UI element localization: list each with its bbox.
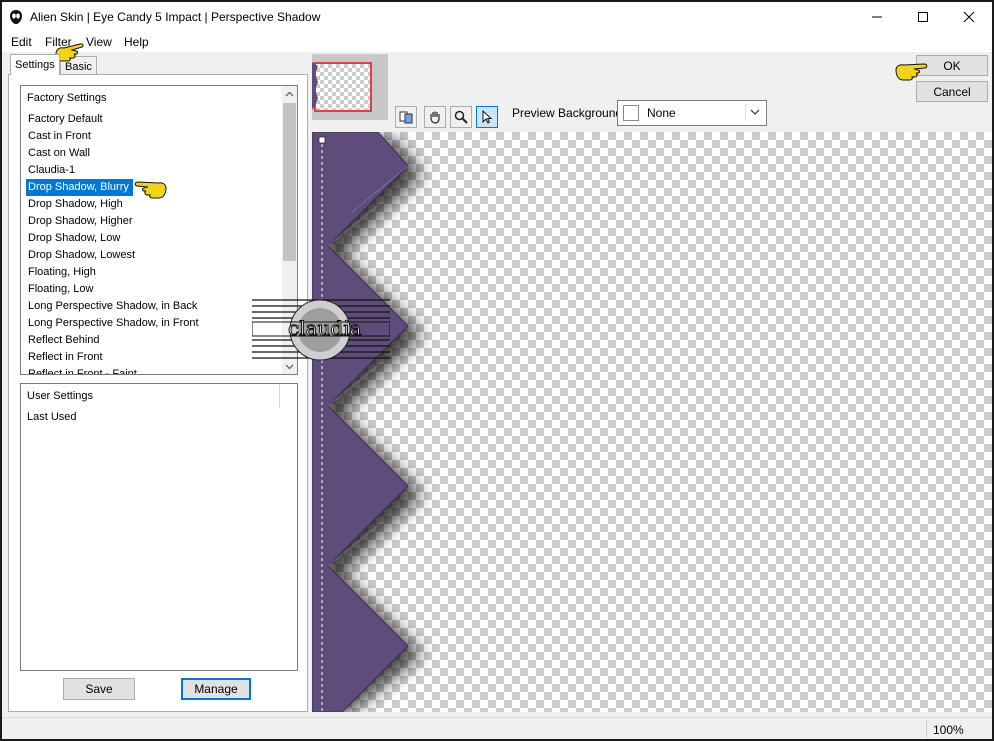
preview-shape <box>312 132 422 712</box>
preview-compare-icon <box>399 111 413 124</box>
menu-view[interactable]: View <box>86 35 112 49</box>
list-item-label: Floating, Low <box>28 283 94 295</box>
cancel-button[interactable]: Cancel <box>916 81 988 102</box>
factory-settings-header: Factory Settings <box>27 92 107 104</box>
arrow-cursor-icon <box>482 109 493 124</box>
preview-canvas[interactable] <box>312 132 992 712</box>
chevron-up-icon <box>285 91 294 96</box>
list-item[interactable]: Factory Default <box>26 111 281 128</box>
manage-button[interactable]: Manage <box>181 678 251 700</box>
maximize-icon <box>918 12 928 22</box>
preview-background-select[interactable]: None <box>617 100 767 126</box>
navigator-viewport[interactable] <box>314 62 372 112</box>
pointing-hand-icon <box>895 63 928 81</box>
list-item[interactable]: Reflect in Front - Faint <box>26 366 281 375</box>
list-item[interactable]: Reflect Behind <box>26 332 281 349</box>
tab-settings[interactable]: Settings <box>10 54 60 75</box>
settings-panel: Factory Settings Factory Default Cast in … <box>8 74 308 712</box>
list-item-selected-label: Drop Shadow, Blurry <box>26 179 133 196</box>
list-item-label: Reflect in Front <box>28 351 103 363</box>
list-item-label: Long Perspective Shadow, in Back <box>28 300 198 312</box>
minimize-icon <box>872 16 882 18</box>
list-item[interactable]: Cast in Front <box>26 128 281 145</box>
list-item-label: Long Perspective Shadow, in Front <box>28 317 199 329</box>
close-icon <box>963 11 975 23</box>
menu-help[interactable]: Help <box>124 35 149 49</box>
maximize-button[interactable] <box>900 2 946 32</box>
chevron-down-icon <box>750 109 760 115</box>
list-item-label: Floating, High <box>28 266 96 278</box>
list-item-last-used[interactable]: Last Used <box>27 411 77 423</box>
select-tool[interactable] <box>476 106 498 128</box>
alien-skin-app-icon <box>10 10 22 24</box>
window-title: Alien Skin | Eye Candy 5 Impact | Perspe… <box>30 10 321 24</box>
eye-candy-window: Alien Skin | Eye Candy 5 Impact | Perspe… <box>0 0 994 741</box>
scroll-thumb[interactable] <box>283 103 296 261</box>
list-item[interactable]: Floating, Low <box>26 281 281 298</box>
header-divider <box>279 384 280 408</box>
background-swatch <box>623 105 639 121</box>
list-item[interactable]: Claudia-1 <box>26 162 281 179</box>
list-item[interactable]: Long Perspective Shadow, in Back <box>26 298 281 315</box>
user-settings-list: User Settings Last Used <box>20 383 298 671</box>
watermark-text: claudia <box>288 316 363 341</box>
zoom-level-box: 100% <box>926 721 987 737</box>
menu-edit[interactable]: Edit <box>11 35 32 49</box>
preview-navigator[interactable] <box>312 54 388 120</box>
claudia-watermark-logo: claudia <box>251 296 391 364</box>
zoom-level: 100% <box>933 723 964 737</box>
pointing-hand-icon <box>134 181 167 199</box>
hand-tool[interactable] <box>424 106 446 128</box>
list-item[interactable]: Drop Shadow, Higher <box>26 213 281 230</box>
save-button[interactable]: Save <box>63 678 135 700</box>
list-item-label: Drop Shadow, Higher <box>28 215 133 227</box>
preview-background-value: None <box>647 106 676 120</box>
list-item-label: Drop Shadow, Lowest <box>28 249 136 261</box>
list-item[interactable]: Long Perspective Shadow, in Front <box>26 315 281 332</box>
user-settings-header: User Settings <box>27 390 94 402</box>
zoom-tool[interactable] <box>450 106 472 128</box>
list-item-label: Reflect Behind <box>28 334 100 346</box>
list-item-label: Cast on Wall <box>28 147 90 159</box>
title-bar: Alien Skin | Eye Candy 5 Impact | Perspe… <box>2 2 992 32</box>
scroll-up-button[interactable] <box>282 86 297 101</box>
navigator-shape <box>312 62 318 110</box>
list-item[interactable]: Drop Shadow, Low <box>26 230 281 247</box>
chevron-down-icon <box>285 364 294 369</box>
list-item-label: Claudia-1 <box>28 164 76 176</box>
preview-toggle-tool[interactable] <box>395 106 417 128</box>
factory-settings-items: Factory Default Cast in Front Cast on Wall… <box>26 111 281 375</box>
list-item-label: Reflect in Front - Faint <box>28 368 137 375</box>
preview-background-label: Preview Background: <box>512 106 626 120</box>
status-bar: 100% <box>2 717 992 739</box>
list-item[interactable]: Cast on Wall <box>26 145 281 162</box>
list-item[interactable]: Drop Shadow, Lowest <box>26 247 281 264</box>
list-item-label: Cast in Front <box>28 130 91 142</box>
menu-bar: Edit Filter View Help <box>2 32 992 52</box>
hand-icon <box>430 111 440 124</box>
select-divider <box>745 103 746 121</box>
magnifier-icon <box>454 110 468 124</box>
minimize-button[interactable] <box>854 2 900 32</box>
list-item-label: Drop Shadow, Low <box>28 232 121 244</box>
list-item-label: Factory Default <box>28 113 103 125</box>
close-button[interactable] <box>946 2 992 32</box>
list-item[interactable]: Reflect in Front <box>26 349 281 366</box>
list-item[interactable]: Floating, High <box>26 264 281 281</box>
